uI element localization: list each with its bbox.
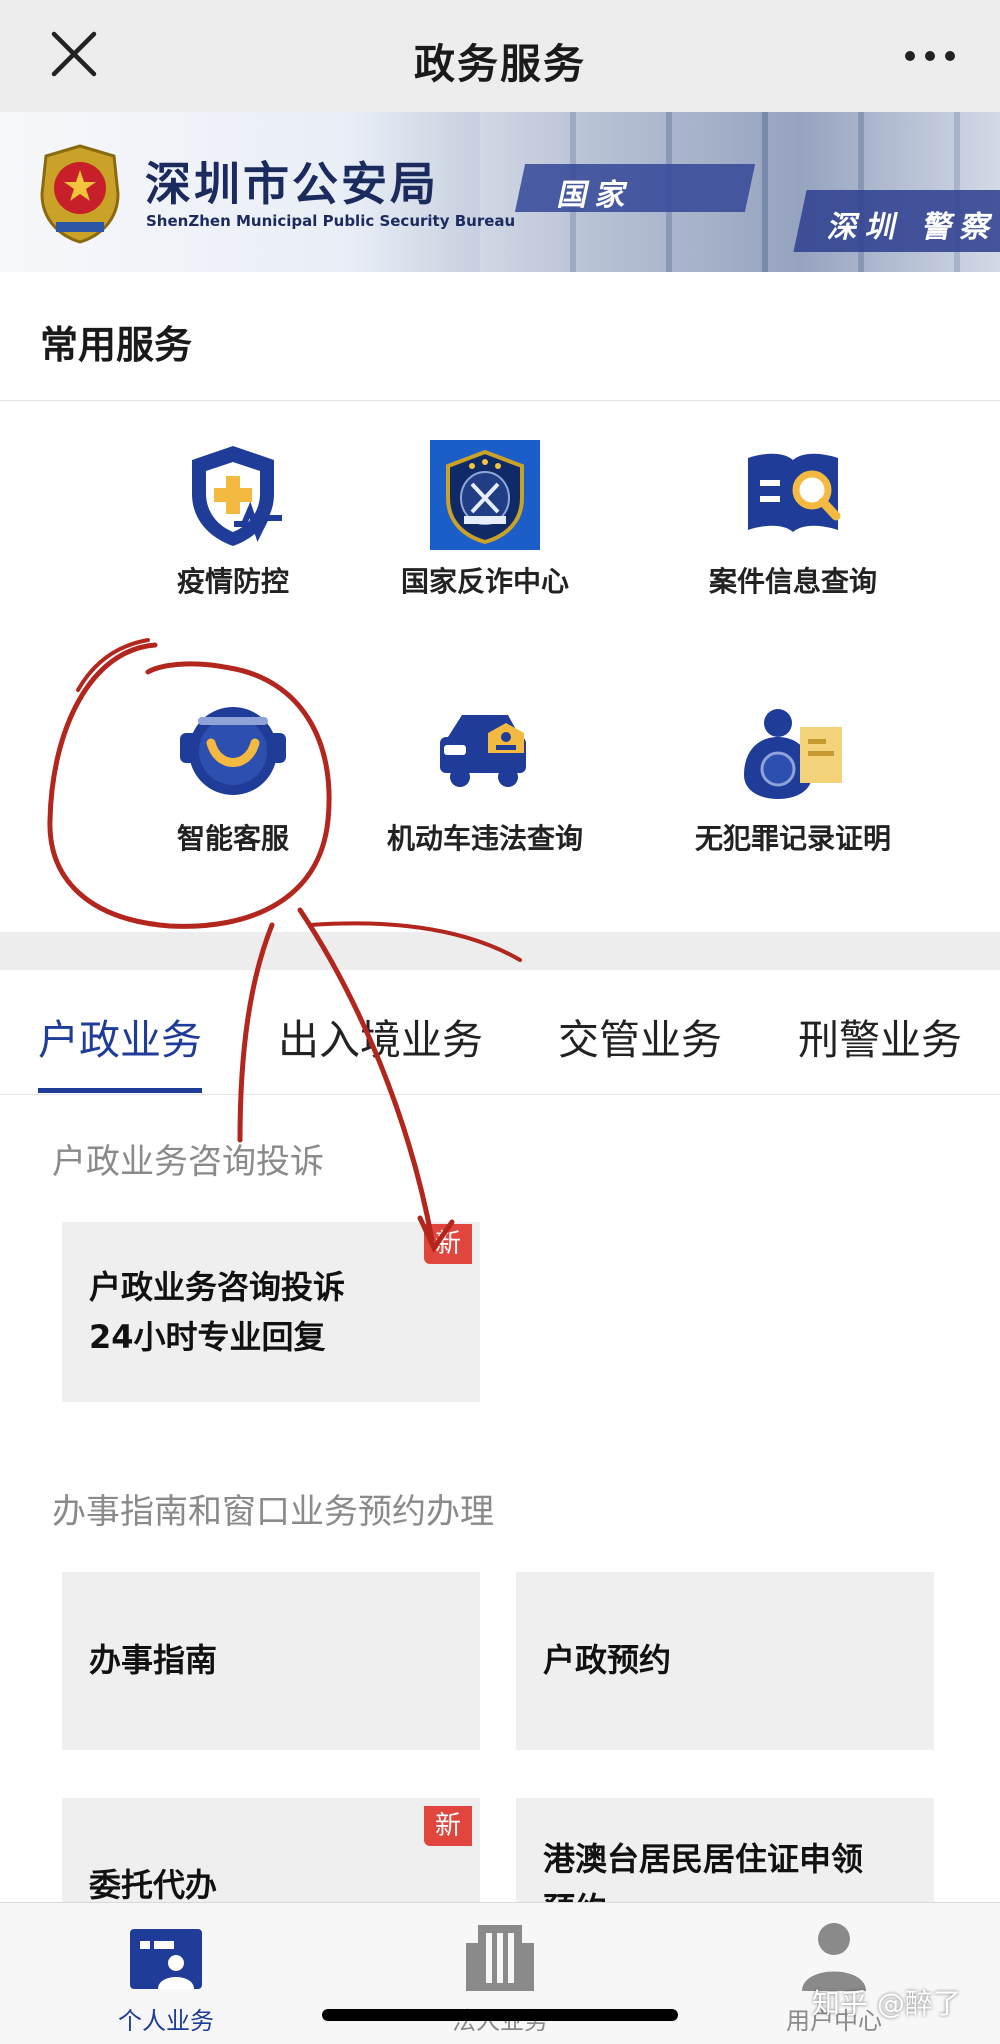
chatbot-face-icon	[180, 707, 286, 795]
section-heading: 常用服务	[40, 323, 193, 367]
banner-stripe: 深圳 警察	[793, 190, 1000, 252]
new-badge: 新	[424, 1806, 472, 1846]
new-badge: 新	[424, 1224, 472, 1264]
organization-name: 深圳市公安局	[145, 157, 439, 211]
watermark: 知乎 @醉了	[812, 1987, 961, 2020]
service-item-case-query[interactable]: 案件信息查询	[638, 440, 938, 640]
building-icon	[466, 1925, 534, 1991]
organization-name-english: ShenZhen Municipal Public Security Burea…	[146, 212, 516, 230]
anti-fraud-badge-icon	[430, 440, 540, 550]
book-search-icon	[748, 453, 841, 532]
id-card-icon	[130, 1929, 202, 1989]
service-label: 无犯罪记录证明	[694, 822, 891, 855]
home-indicator	[322, 2009, 678, 2021]
more-options-icon[interactable]	[900, 36, 960, 76]
common-services-header: 常用服务	[0, 272, 1000, 401]
service-label: 国家反诈中心	[400, 565, 569, 598]
card-line: 港澳台居民居住证申领	[543, 1840, 864, 1878]
page-title: 政务服务	[414, 40, 586, 88]
top-nav-bar: 政务服务	[0, 0, 1000, 112]
bottom-tab-label: 个人业务	[118, 2007, 214, 2035]
tab-criminal[interactable]: 刑警业务	[798, 1006, 962, 1066]
banner-stripe: 国家	[514, 164, 756, 213]
police-emblem-icon	[40, 144, 120, 244]
tab-traffic[interactable]: 交管业务	[558, 1006, 722, 1066]
card-household-appointment[interactable]: 户政预约	[516, 1572, 934, 1750]
banner-stripe-text: 国家	[554, 178, 639, 213]
service-item-no-criminal-record[interactable]: 无犯罪记录证明	[638, 697, 938, 897]
card-line: 户政业务咨询投诉	[89, 1268, 346, 1306]
tab-household[interactable]: 户政业务	[38, 1006, 202, 1066]
card-household-consult[interactable]: 户政业务咨询投诉 24小时专业回复 新	[62, 1222, 480, 1402]
card-line: 24小时专业回复	[89, 1318, 326, 1356]
service-item-anti-fraud[interactable]: 国家反诈中心	[330, 440, 630, 640]
card-guide[interactable]: 办事指南	[62, 1572, 480, 1750]
service-label: 案件信息查询	[708, 565, 877, 598]
card-line: 办事指南	[89, 1641, 218, 1679]
header-banner: 国家 深圳 警察 深圳市公安局 ShenZhen Municipal Publi…	[0, 112, 1000, 272]
bottom-tab-bar: 个人业务 法人业务 用户中心	[0, 1902, 1000, 2044]
bottom-tab-personal[interactable]: 个人业务	[60, 1917, 272, 2037]
section-title: 办事指南和窗口业务预约办理	[52, 1492, 494, 1532]
tab-immigration[interactable]: 出入境业务	[278, 1006, 483, 1066]
section-title: 户政业务咨询投诉	[52, 1142, 324, 1182]
shield-medical-icon	[192, 446, 282, 546]
banner-stripe-text: 深圳 警察	[824, 210, 1000, 245]
business-tabs: 户政业务 出入境业务 交管业务 刑警业务	[0, 970, 1000, 1095]
active-tab-indicator	[38, 1088, 202, 1093]
card-line: 户政预约	[543, 1641, 672, 1679]
section-divider	[0, 932, 1000, 970]
police-certificate-icon	[744, 709, 842, 799]
police-car-icon	[440, 715, 526, 787]
service-item-vehicle-violation[interactable]: 机动车违法查询	[330, 697, 630, 897]
service-label: 机动车违法查询	[386, 822, 583, 855]
